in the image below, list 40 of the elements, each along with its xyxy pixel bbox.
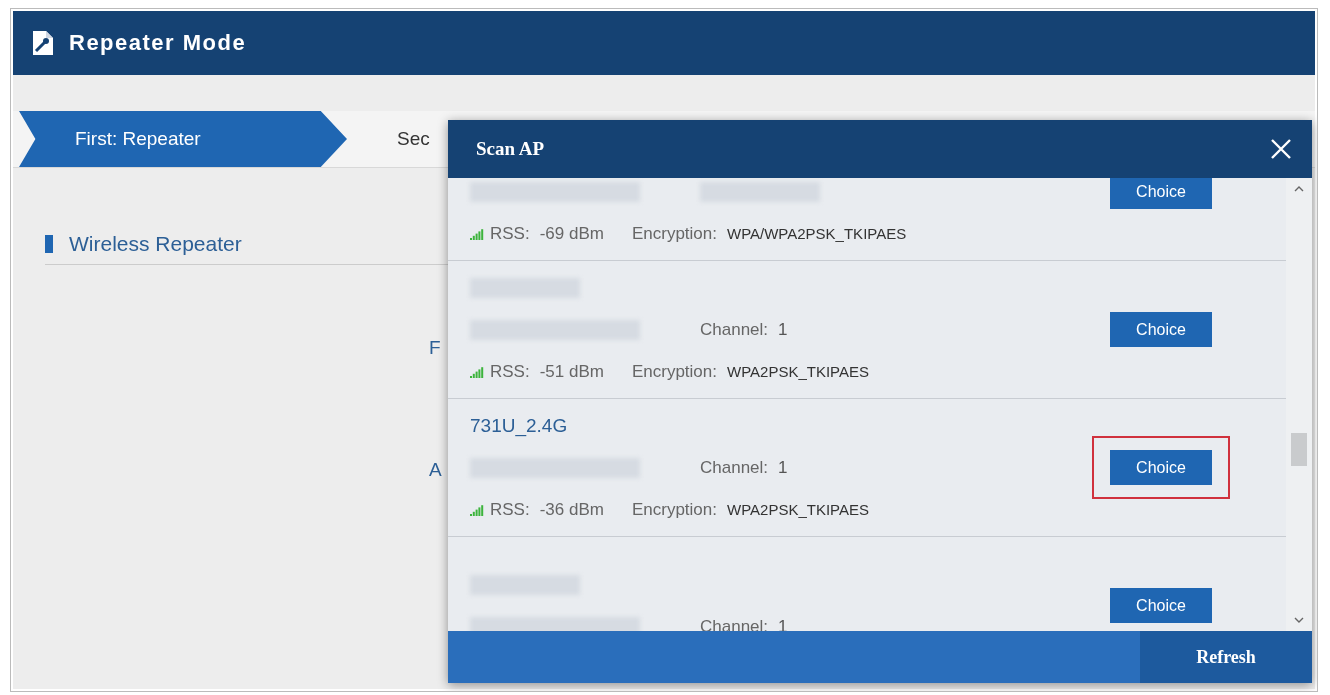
signal-icon: [470, 503, 484, 516]
channel-label: Channel:: [700, 616, 769, 631]
rss-label: RSS:: [490, 223, 530, 244]
channel-value: 1: [778, 616, 788, 631]
signal-icon: [470, 365, 484, 378]
scroll-up-icon[interactable]: [1294, 186, 1304, 192]
rss-value: -36 dBm: [539, 499, 604, 520]
rss-label: RSS:: [490, 361, 530, 382]
encryption-label: Encryption:: [631, 361, 717, 382]
rss-value: -51 dBm: [539, 361, 604, 382]
section-title: Wireless Repeater: [69, 232, 242, 256]
signal-icon: [470, 227, 484, 240]
field-label: F: [429, 337, 442, 359]
network-name: 731U_2.4G: [470, 414, 568, 437]
channel-value: 1: [778, 319, 788, 340]
refresh-button[interactable]: Refresh: [1140, 631, 1312, 683]
encryption-label: Encryption:: [631, 499, 717, 520]
scroll-down-icon[interactable]: [1294, 617, 1304, 623]
section-marker: [45, 235, 53, 253]
rss-label: RSS:: [490, 499, 530, 520]
choice-button[interactable]: Choice: [1110, 312, 1212, 347]
step-tab[interactable]: First: Repeater: [19, 111, 347, 167]
encryption-label: Encryption:: [631, 223, 717, 244]
encryption-value: WPA/WPA2PSK_TKIPAES: [727, 225, 907, 242]
scroll-thumb[interactable]: [1291, 433, 1307, 466]
encryption-value: WPA2PSK_TKIPAES: [727, 363, 869, 380]
field-label: A: [429, 459, 443, 481]
encryption-value: WPA2PSK_TKIPAES: [727, 501, 869, 518]
choice-button[interactable]: Choice: [1110, 450, 1212, 485]
choice-button[interactable]: Choice: [1110, 178, 1212, 209]
scrollbar[interactable]: [1286, 178, 1312, 631]
rss-value: -69 dBm: [539, 223, 604, 244]
page-title: Repeater Mode: [69, 30, 247, 56]
channel-label: Channel:: [700, 457, 769, 478]
channel-label: Channel:: [700, 319, 769, 340]
channel-value: 1: [778, 457, 788, 478]
choice-button[interactable]: Choice: [1110, 588, 1212, 623]
close-icon[interactable]: [1270, 138, 1292, 160]
dialog-title: Scan AP: [476, 138, 545, 160]
document-wrench-icon: [31, 30, 55, 56]
